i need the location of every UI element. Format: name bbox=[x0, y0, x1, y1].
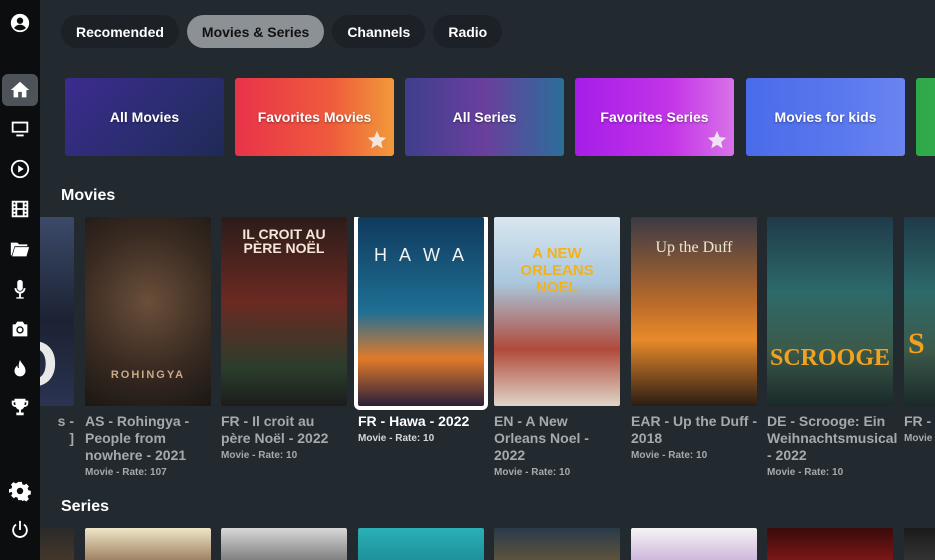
series-thumbnail[interactable] bbox=[631, 528, 757, 560]
movie-poster: O bbox=[40, 217, 74, 406]
microphone-icon[interactable] bbox=[2, 273, 38, 305]
movie-card[interactable]: O s - ] bbox=[40, 217, 74, 447]
series-row bbox=[40, 528, 935, 560]
movie-card[interactable]: ROHINGYA AS - Rohingya - People from now… bbox=[85, 217, 211, 478]
star-icon bbox=[706, 129, 728, 151]
movie-card-selected[interactable]: H A W A FR - Hawa - 2022 Movie - Rate: 1… bbox=[354, 217, 488, 444]
movie-subtitle: Movie - bbox=[904, 433, 935, 444]
movie-title: EN - A New Orleans Noel - 2022 bbox=[494, 413, 589, 463]
sidebar bbox=[0, 0, 40, 560]
movies-row: O s - ] ROHINGYA AS - Rohingya - People … bbox=[40, 217, 935, 507]
category-label: Favorites Movies bbox=[257, 109, 372, 125]
poster-text: H A W A bbox=[373, 245, 469, 265]
category-label: Favorites Series bbox=[600, 109, 709, 125]
poster-text: SCROOGE bbox=[769, 345, 891, 371]
category-favorites-movies[interactable]: Favorites Movies bbox=[235, 78, 394, 156]
trophy-icon[interactable] bbox=[2, 391, 38, 423]
play-icon[interactable] bbox=[2, 153, 38, 185]
movie-title: EAR - Up the Duff - 2018 bbox=[631, 413, 757, 446]
home-icon[interactable] bbox=[2, 74, 38, 106]
category-row: All Movies Favorites Movies All Series F… bbox=[65, 78, 935, 156]
movie-card[interactable]: IL CROIT AU PÈRE NOËL FR - Il croit au p… bbox=[221, 217, 347, 461]
category-favorites-series[interactable]: Favorites Series bbox=[575, 78, 734, 156]
fire-icon[interactable] bbox=[2, 353, 38, 385]
account-icon[interactable] bbox=[2, 7, 38, 39]
series-thumbnail[interactable] bbox=[358, 528, 484, 560]
poster-text: ROHINGYA bbox=[110, 369, 186, 381]
category-label: All Movies bbox=[109, 109, 180, 125]
camera-icon[interactable] bbox=[2, 313, 38, 345]
series-thumbnail[interactable] bbox=[221, 528, 347, 560]
tv-icon[interactable] bbox=[2, 113, 38, 145]
series-thumbnail[interactable] bbox=[767, 528, 893, 560]
category-partial[interactable] bbox=[916, 78, 935, 156]
movie-subtitle: Movie - Rate: 10 bbox=[221, 450, 298, 461]
movie-poster: ROHINGYA bbox=[85, 217, 211, 406]
movie-poster: H A W A bbox=[354, 217, 488, 410]
series-thumbnail[interactable] bbox=[40, 528, 74, 560]
category-label: All Series bbox=[452, 109, 517, 125]
movie-title: DE - Scrooge: Ein Weihnachtsmusical - 20… bbox=[767, 413, 898, 463]
film-icon[interactable] bbox=[2, 193, 38, 225]
section-title-movies: Movies bbox=[61, 187, 116, 204]
settings-icon[interactable] bbox=[2, 475, 38, 507]
movie-poster: IL CROIT AU PÈRE NOËL bbox=[221, 217, 347, 406]
movie-title: FR - Sc (mé)c 2022 bbox=[904, 413, 935, 429]
top-tabs: Recomended Movies & Series Channels Radi… bbox=[61, 15, 503, 48]
category-all-series[interactable]: All Series bbox=[405, 78, 564, 156]
poster-text: Up the Duff bbox=[655, 239, 733, 256]
category-movies-for-kids[interactable]: Movies for kids bbox=[746, 78, 905, 156]
tab-movies-series[interactable]: Movies & Series bbox=[186, 15, 325, 48]
poster-text: A NEW ORLEANS NOEL bbox=[520, 245, 594, 296]
power-icon[interactable] bbox=[2, 514, 38, 546]
category-all-movies[interactable]: All Movies bbox=[65, 78, 224, 156]
poster-text: O bbox=[40, 327, 74, 401]
series-thumbnail[interactable] bbox=[904, 528, 935, 560]
movie-card[interactable]: SCROOGE DE - Scrooge: Ein Weihnachtsmusi… bbox=[767, 217, 898, 478]
series-thumbnail[interactable] bbox=[85, 528, 211, 560]
movie-title: FR - Il croit au père Noël - 2022 bbox=[221, 413, 329, 446]
movie-poster: SCROOGE bbox=[767, 217, 893, 406]
movie-subtitle: Movie - Rate: 107 bbox=[85, 467, 167, 478]
tab-radio[interactable]: Radio bbox=[433, 15, 503, 48]
movie-subtitle: Movie - Rate: 10 bbox=[767, 467, 844, 478]
movie-card[interactable]: Up the Duff EAR - Up the Duff - 2018 Mov… bbox=[631, 217, 757, 461]
movie-subtitle: Movie - Rate: 10 bbox=[631, 450, 708, 461]
poster-text: IL CROIT AU PÈRE NOËL bbox=[242, 226, 326, 256]
movie-title: FR - Hawa - 2022 bbox=[358, 413, 470, 429]
folder-icon[interactable] bbox=[2, 233, 38, 265]
movie-subtitle: Movie - Rate: 10 bbox=[358, 433, 435, 444]
movie-card[interactable]: A NEW ORLEANS NOEL EN - A New Orleans No… bbox=[494, 217, 620, 478]
movie-title: s - ] bbox=[57, 413, 74, 446]
tab-channels[interactable]: Channels bbox=[332, 15, 426, 48]
star-icon bbox=[366, 129, 388, 151]
movie-poster: A NEW ORLEANS NOEL bbox=[494, 217, 620, 406]
movie-title: AS - Rohingya - People from nowhere - 20… bbox=[85, 413, 190, 463]
movie-card[interactable]: S FR - Sc (mé)c 2022 Movie - bbox=[904, 217, 935, 444]
section-title-series: Series bbox=[61, 498, 110, 515]
movie-subtitle: Movie - Rate: 10 bbox=[494, 467, 571, 478]
poster-text: S bbox=[908, 327, 925, 360]
category-label: Movies for kids bbox=[774, 109, 877, 125]
movie-poster: S bbox=[904, 217, 935, 406]
tab-recomended[interactable]: Recomended bbox=[61, 15, 179, 48]
movie-poster: Up the Duff bbox=[631, 217, 757, 406]
series-thumbnail[interactable] bbox=[494, 528, 620, 560]
